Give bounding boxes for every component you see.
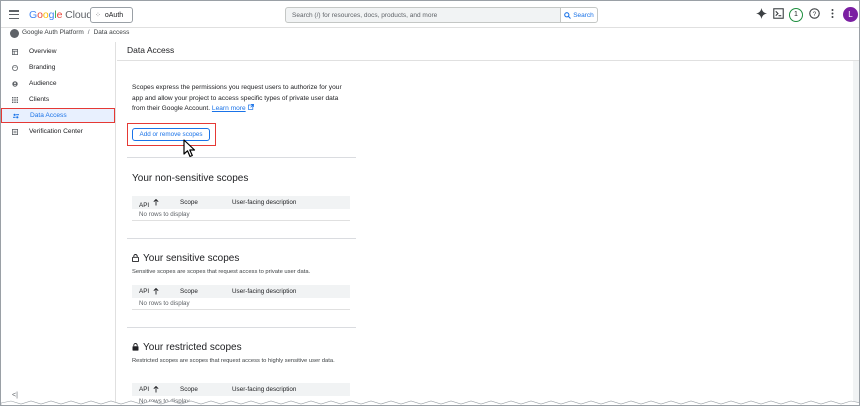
torn-edge-decoration (1, 400, 859, 405)
breadcrumb: Google Auth Platform / Data access (1, 28, 859, 39)
header-divider (117, 60, 859, 61)
svg-text:?: ? (813, 11, 817, 18)
overview-icon (12, 48, 18, 55)
scope-column-header: Scope (180, 199, 198, 206)
palette-icon (12, 64, 18, 71)
sensitive-scopes-title: Your sensitive scopes (132, 253, 239, 264)
sidebar-item-label: Branding (29, 64, 56, 71)
learn-more-link[interactable]: Learn more (212, 105, 246, 112)
sidebar-item-audience[interactable]: Audience (1, 76, 115, 91)
scope-column-header: Scope (180, 288, 198, 295)
restricted-scopes-subtitle: Restricted scopes are scopes that reques… (132, 358, 335, 364)
restricted-scopes-title: Your restricted scopes (132, 342, 242, 353)
lock-outline-icon (132, 254, 139, 262)
data-access-icon (13, 113, 19, 119)
sidebar-item-label: Audience (29, 80, 57, 87)
breadcrumb-root[interactable]: Google Auth Platform (22, 29, 84, 36)
sidebar-item-branding[interactable]: Branding (1, 60, 115, 75)
description-column-header: User-facing description (232, 288, 297, 295)
empty-table-message: No rows to display (139, 211, 190, 218)
collapse-sidebar-icon[interactable]: <| (12, 392, 18, 399)
sort-arrow-up-icon[interactable] (153, 288, 159, 295)
sort-arrow-up-icon[interactable] (153, 199, 159, 206)
account-avatar[interactable]: L (843, 7, 858, 22)
scope-column-header: Scope (180, 386, 198, 393)
people-icon (12, 80, 18, 87)
section-divider (127, 157, 356, 158)
sidebar-item-label: Clients (29, 96, 50, 103)
google-cloud-logo[interactable]: Google Cloud (29, 9, 92, 21)
nonsensitive-scopes-title: Your non-sensitive scopes (132, 173, 249, 184)
more-options-icon[interactable] (826, 8, 839, 21)
app-window: Google Cloud ⁘ oAuth Search (/) for reso… (0, 0, 860, 406)
add-or-remove-scopes-button[interactable]: Add or remove scopes (132, 128, 210, 141)
intro-text: Scopes express the permissions you reque… (132, 83, 352, 115)
description-column-header: User-facing description (232, 386, 297, 393)
sidebar-item-label: Overview (29, 48, 57, 55)
restricted-table-header: API Scope User-facing description (132, 383, 350, 396)
empty-table-message: No rows to display (139, 300, 190, 307)
search-input[interactable]: Search (/) for resources, docs, products… (285, 7, 561, 23)
sidebar-item-label: Data Access (30, 112, 67, 119)
api-column-header[interactable]: API (139, 288, 149, 295)
cloud-shell-icon[interactable] (772, 8, 785, 21)
sort-arrow-up-icon[interactable] (153, 386, 159, 393)
external-link-icon (247, 104, 254, 110)
sidebar-item-overview[interactable]: Overview (1, 44, 115, 59)
search-button-label: Search (573, 11, 594, 19)
section-divider (127, 327, 356, 328)
api-column-header[interactable]: API (139, 386, 149, 393)
lock-filled-icon (132, 343, 139, 351)
sidebar-item-label: Verification Center (29, 128, 83, 135)
project-icon: ⁘ (95, 12, 101, 19)
sidebar-item-clients[interactable]: Clients (1, 92, 115, 107)
sidebar-item-data-access[interactable]: Data Access (1, 108, 115, 123)
sensitive-title-text: Your sensitive scopes (143, 253, 240, 264)
nonsensitive-table-header: API Scope User-facing description (132, 196, 350, 209)
breadcrumb-separator: / (87, 29, 90, 36)
table-row-divider (132, 309, 350, 310)
scrollbar[interactable] (853, 61, 859, 405)
help-icon[interactable]: ? (808, 8, 821, 21)
grid-icon (12, 96, 18, 103)
page-title: Data Access (127, 45, 175, 55)
section-divider (127, 238, 356, 239)
notifications-badge[interactable]: 1 (789, 8, 803, 22)
sensitive-scopes-subtitle: Sensitive scopes are scopes that request… (132, 269, 311, 275)
top-bar: Google Cloud ⁘ oAuth Search (/) for reso… (1, 1, 859, 28)
checklist-icon (12, 128, 18, 135)
search-icon (564, 11, 572, 19)
main-menu-icon[interactable] (9, 10, 19, 20)
sensitive-table-header: API Scope User-facing description (132, 285, 350, 298)
auth-platform-shield-icon (10, 29, 19, 38)
description-column-header: User-facing description (232, 199, 297, 206)
restricted-title-text: Your restricted scopes (143, 342, 242, 353)
search-button[interactable]: Search (560, 7, 598, 23)
sidebar-item-verification-center[interactable]: Verification Center (1, 124, 115, 139)
project-name: oAuth (104, 11, 124, 19)
sidebar: Overview Branding Audience Clients Data … (1, 42, 116, 405)
table-row-divider (132, 220, 350, 221)
gemini-sparkle-icon[interactable] (755, 8, 768, 21)
mouse-pointer-icon (183, 139, 196, 158)
breadcrumb-current: Data access (93, 29, 130, 36)
project-selector-button[interactable]: ⁘ oAuth (90, 7, 133, 23)
